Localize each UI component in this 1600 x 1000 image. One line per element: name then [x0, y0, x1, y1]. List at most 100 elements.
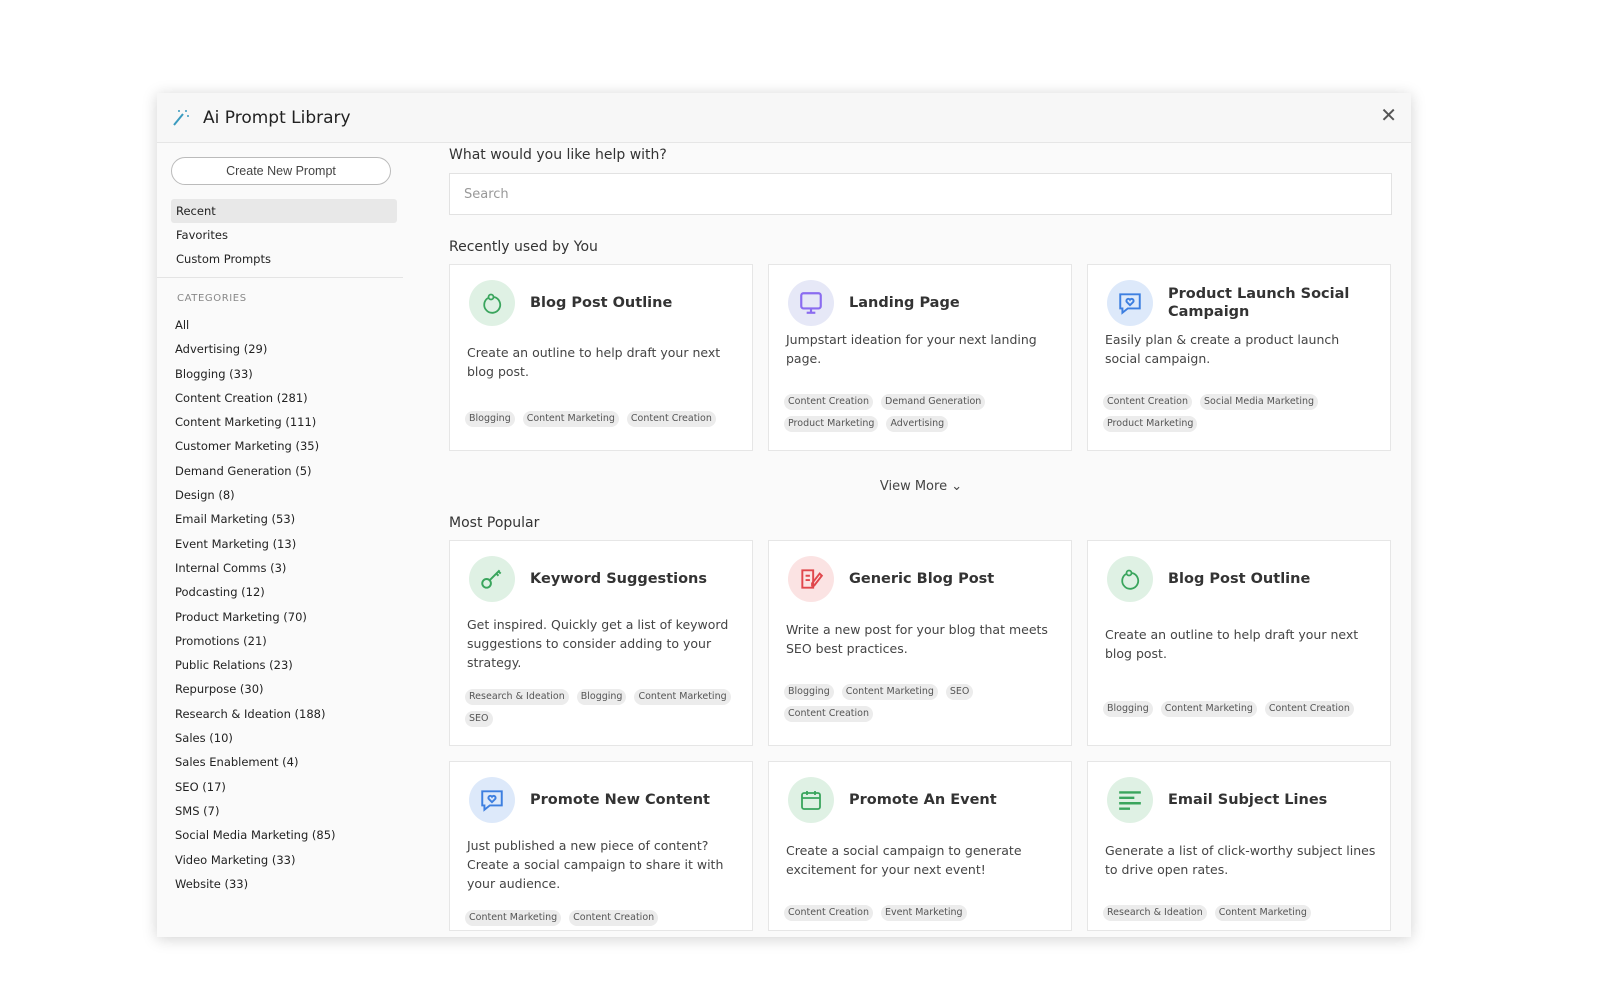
- close-icon[interactable]: ✕: [1380, 103, 1397, 127]
- tag[interactable]: Demand Generation: [881, 394, 986, 410]
- tag[interactable]: Research & Ideation: [1103, 905, 1207, 921]
- tag[interactable]: Blogging: [576, 689, 627, 705]
- prompt-card[interactable]: Generic Blog Post Write a new post for yo…: [768, 540, 1072, 746]
- prompt-card[interactable]: Blog Post Outline Create an outline to he…: [1087, 540, 1391, 746]
- category-item[interactable]: Promotions (21): [175, 629, 336, 653]
- outline-loop-icon: [469, 280, 515, 326]
- tag[interactable]: Content Creation: [784, 394, 873, 410]
- tag-list: Research & Ideation Blogging Content Marke…: [465, 689, 745, 727]
- tag-list: Blogging Content Marketing SEO Content Crea…: [784, 684, 1064, 722]
- category-item[interactable]: SMS (7): [175, 799, 336, 823]
- tag[interactable]: Product Marketing: [1103, 416, 1198, 432]
- tag[interactable]: Product Marketing: [784, 416, 879, 432]
- tag[interactable]: Content Creation: [1264, 701, 1354, 717]
- nav-item-custom-prompts[interactable]: Custom Prompts: [171, 247, 397, 271]
- prompt-card[interactable]: Product Launch Social Campaign Easily pla…: [1087, 264, 1391, 451]
- category-item[interactable]: Video Marketing (33): [175, 848, 336, 872]
- prompt-card[interactable]: Promote An Event Create a social campaign…: [768, 761, 1072, 931]
- outline-loop-icon: [1107, 556, 1153, 602]
- category-item[interactable]: Email Marketing (53): [175, 507, 336, 531]
- tag[interactable]: Content Marketing: [1160, 701, 1257, 717]
- search-input[interactable]: [449, 173, 1392, 215]
- tag[interactable]: Content Marketing: [522, 411, 619, 427]
- tag[interactable]: Research & Ideation: [465, 689, 569, 705]
- key-icon: [469, 556, 515, 602]
- category-item[interactable]: Sales Enablement (4): [175, 750, 336, 774]
- view-more-button[interactable]: View More ⌄: [449, 479, 1393, 494]
- tag[interactable]: Content Creation: [626, 411, 716, 427]
- tag-list: Research & Ideation Content Marketing: [1103, 905, 1383, 921]
- card-title: Keyword Suggestions: [530, 571, 708, 587]
- category-item[interactable]: Product Marketing (70): [175, 605, 336, 629]
- category-item[interactable]: SEO (17): [175, 775, 336, 799]
- tag[interactable]: Content Creation: [784, 905, 873, 921]
- category-item[interactable]: Blogging (33): [175, 362, 336, 386]
- nav-item-recent[interactable]: Recent: [171, 199, 397, 223]
- category-item[interactable]: Content Creation (281): [175, 386, 336, 410]
- prompt-card[interactable]: Email Subject Lines Generate a list of cl…: [1087, 761, 1391, 931]
- tag-list: Content Creation Social Media Marketing Pr…: [1103, 394, 1383, 432]
- tag[interactable]: Content Marketing: [634, 689, 731, 705]
- category-item[interactable]: Research & Ideation (188): [175, 702, 336, 726]
- chat-heart-icon: [469, 777, 515, 823]
- category-item[interactable]: Demand Generation (5): [175, 459, 336, 483]
- category-item[interactable]: Podcasting (12): [175, 580, 336, 604]
- tag[interactable]: Event Marketing: [881, 905, 967, 921]
- prompt-library-modal: Ai Prompt Library ✕ Create New Prompt Re…: [157, 93, 1411, 937]
- category-item[interactable]: Sales (10): [175, 726, 336, 750]
- tag[interactable]: Content Creation: [784, 706, 873, 722]
- card-title: Promote An Event: [849, 792, 997, 808]
- tag[interactable]: SEO: [465, 711, 493, 727]
- prompt-card[interactable]: Landing Page Jumpstart ideation for your …: [768, 264, 1072, 451]
- tag-list: Content Marketing Content Creation: [465, 910, 745, 926]
- monitor-icon: [788, 280, 834, 326]
- tag[interactable]: Content Creation: [1103, 394, 1192, 410]
- tag[interactable]: Blogging: [1103, 701, 1153, 717]
- card-title: Generic Blog Post: [849, 571, 995, 587]
- category-item[interactable]: Repurpose (30): [175, 677, 336, 701]
- recent-heading: Recently used by You: [449, 239, 598, 255]
- tag-list: Blogging Content Marketing Content Creatio…: [1103, 701, 1383, 717]
- prompt-card[interactable]: Keyword Suggestions Get inspired. Quickly…: [449, 540, 753, 746]
- tag-list: Blogging Content Marketing Content Creatio…: [465, 411, 745, 427]
- calendar-icon: [788, 777, 834, 823]
- tag[interactable]: Content Creation: [569, 910, 659, 926]
- category-item[interactable]: Customer Marketing (35): [175, 434, 336, 458]
- category-item[interactable]: Internal Comms (3): [175, 556, 336, 580]
- category-item[interactable]: Advertising (29): [175, 337, 336, 361]
- lines-icon: [1107, 777, 1153, 823]
- tag[interactable]: Social Media Marketing: [1200, 394, 1319, 410]
- question-label: What would you like help with?: [449, 147, 667, 163]
- tag[interactable]: Content Marketing: [465, 910, 562, 926]
- category-item[interactable]: All: [175, 313, 336, 337]
- category-item[interactable]: Social Media Marketing (85): [175, 823, 336, 847]
- category-item[interactable]: Website (33): [175, 872, 336, 896]
- category-item[interactable]: Event Marketing (13): [175, 532, 336, 556]
- divider: [157, 277, 403, 278]
- sidebar: Create New Prompt Recent Favorites Custom …: [157, 143, 403, 937]
- tag[interactable]: Blogging: [784, 684, 834, 700]
- create-new-prompt-button[interactable]: Create New Prompt: [171, 157, 391, 185]
- category-item[interactable]: Design (8): [175, 483, 336, 507]
- category-item[interactable]: Content Marketing (111): [175, 410, 336, 434]
- card-title: Promote New Content: [530, 792, 710, 808]
- tag[interactable]: Content Marketing: [841, 684, 938, 700]
- nav-item-favorites[interactable]: Favorites: [171, 223, 397, 247]
- prompt-card[interactable]: Blog Post Outline Create an outline to he…: [449, 264, 753, 451]
- tag[interactable]: SEO: [945, 684, 974, 700]
- tag[interactable]: Blogging: [465, 411, 515, 427]
- category-item[interactable]: Public Relations (23): [175, 653, 336, 677]
- chevron-down-icon: ⌄: [951, 479, 963, 494]
- card-description: Write a new post for your blog that meet…: [786, 622, 1048, 656]
- card-description: Just published a new piece of content? C…: [467, 838, 724, 891]
- tag[interactable]: Advertising: [886, 416, 949, 432]
- card-description: Create an outline to help draft your nex…: [1105, 627, 1359, 661]
- categories-heading: CATEGORIES: [177, 293, 247, 304]
- prompt-card[interactable]: Promote New Content Just published a new …: [449, 761, 753, 931]
- card-description: Generate a list of click-worthy subject …: [1105, 843, 1376, 877]
- card-title: Blog Post Outline: [530, 295, 673, 311]
- tag[interactable]: Content Marketing: [1214, 905, 1311, 921]
- chat-heart-icon: [1107, 280, 1153, 326]
- view-more-label: View More: [879, 479, 948, 494]
- card-description: Create a social campaign to generate exc…: [786, 843, 1022, 877]
